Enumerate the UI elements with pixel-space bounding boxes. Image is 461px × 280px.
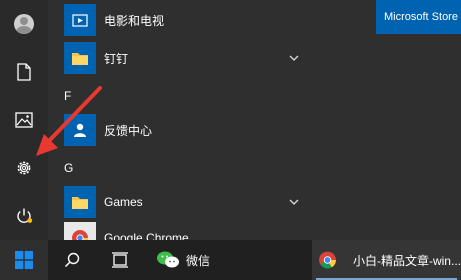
app-item-games-folder[interactable]: Games (48, 184, 318, 220)
taskbar-label: 小白-精品文章-win... (352, 253, 461, 268)
user-avatar-icon (14, 14, 34, 34)
app-label: 钉钉 (104, 51, 129, 66)
movies-tv-tile (64, 4, 96, 36)
section-letter: F (64, 89, 72, 103)
search-button[interactable] (50, 240, 94, 280)
app-list: 电影和电视 钉钉 F 反馈中心 G Games Google Chrome (48, 0, 318, 240)
taskbar-label: 微信 (186, 253, 211, 268)
chevron-down-icon[interactable] (288, 54, 300, 62)
task-view-icon (112, 252, 128, 268)
feedback-hub-tile (64, 114, 96, 146)
section-letter: G (64, 161, 74, 175)
app-item-feedback-hub[interactable]: 反馈中心 (48, 112, 318, 148)
dingtalk-tile (64, 42, 96, 74)
app-label: 反馈中心 (104, 123, 153, 138)
chrome-icon (319, 251, 336, 269)
taskbar-chrome-window[interactable]: 小白-精品文章-win... (312, 240, 461, 280)
games-tile (64, 186, 96, 218)
start-button[interactable] (0, 240, 48, 280)
chevron-down-icon[interactable] (288, 198, 300, 206)
power-button[interactable] (0, 192, 48, 240)
chrome-icon (72, 230, 88, 240)
pictures-button[interactable] (0, 96, 48, 144)
section-header-g[interactable]: G (48, 150, 318, 186)
folder-icon (72, 53, 88, 65)
folder-icon (72, 197, 88, 209)
power-icon (17, 208, 33, 223)
windows-logo-icon (15, 251, 33, 269)
picture-icon (15, 112, 33, 128)
app-label: Google Chrome (104, 231, 189, 240)
settings-button[interactable] (0, 144, 48, 192)
app-label: Games (104, 195, 143, 209)
app-label: 电影和电视 (104, 13, 165, 28)
user-account-button[interactable] (0, 0, 48, 48)
section-header-f[interactable]: F (48, 78, 318, 114)
start-menu-rail (0, 0, 48, 240)
taskbar-wechat-button[interactable]: 微信 (148, 240, 228, 280)
documents-button[interactable] (0, 48, 48, 96)
wechat-icon (157, 251, 179, 268)
taskbar: 微信 小白-精品文章-win... (0, 240, 461, 280)
app-item-dingtalk-folder[interactable]: 钉钉 (48, 40, 318, 76)
microsoft-store-tile[interactable]: Microsoft Store (376, 0, 461, 34)
app-item-google-chrome[interactable]: Google Chrome (48, 220, 318, 240)
search-icon (64, 252, 80, 268)
document-icon (17, 63, 31, 81)
chrome-tile (64, 222, 96, 240)
tile-label: Microsoft Store (384, 11, 458, 23)
play-icon (72, 14, 88, 27)
start-menu: 电影和电视 钉钉 F 反馈中心 G Games Google Chrome Mi… (0, 0, 461, 240)
task-view-button[interactable] (98, 240, 142, 280)
feedback-person-icon (74, 123, 86, 137)
app-item-movies-tv[interactable]: 电影和电视 (48, 2, 318, 38)
gear-icon (17, 161, 31, 175)
